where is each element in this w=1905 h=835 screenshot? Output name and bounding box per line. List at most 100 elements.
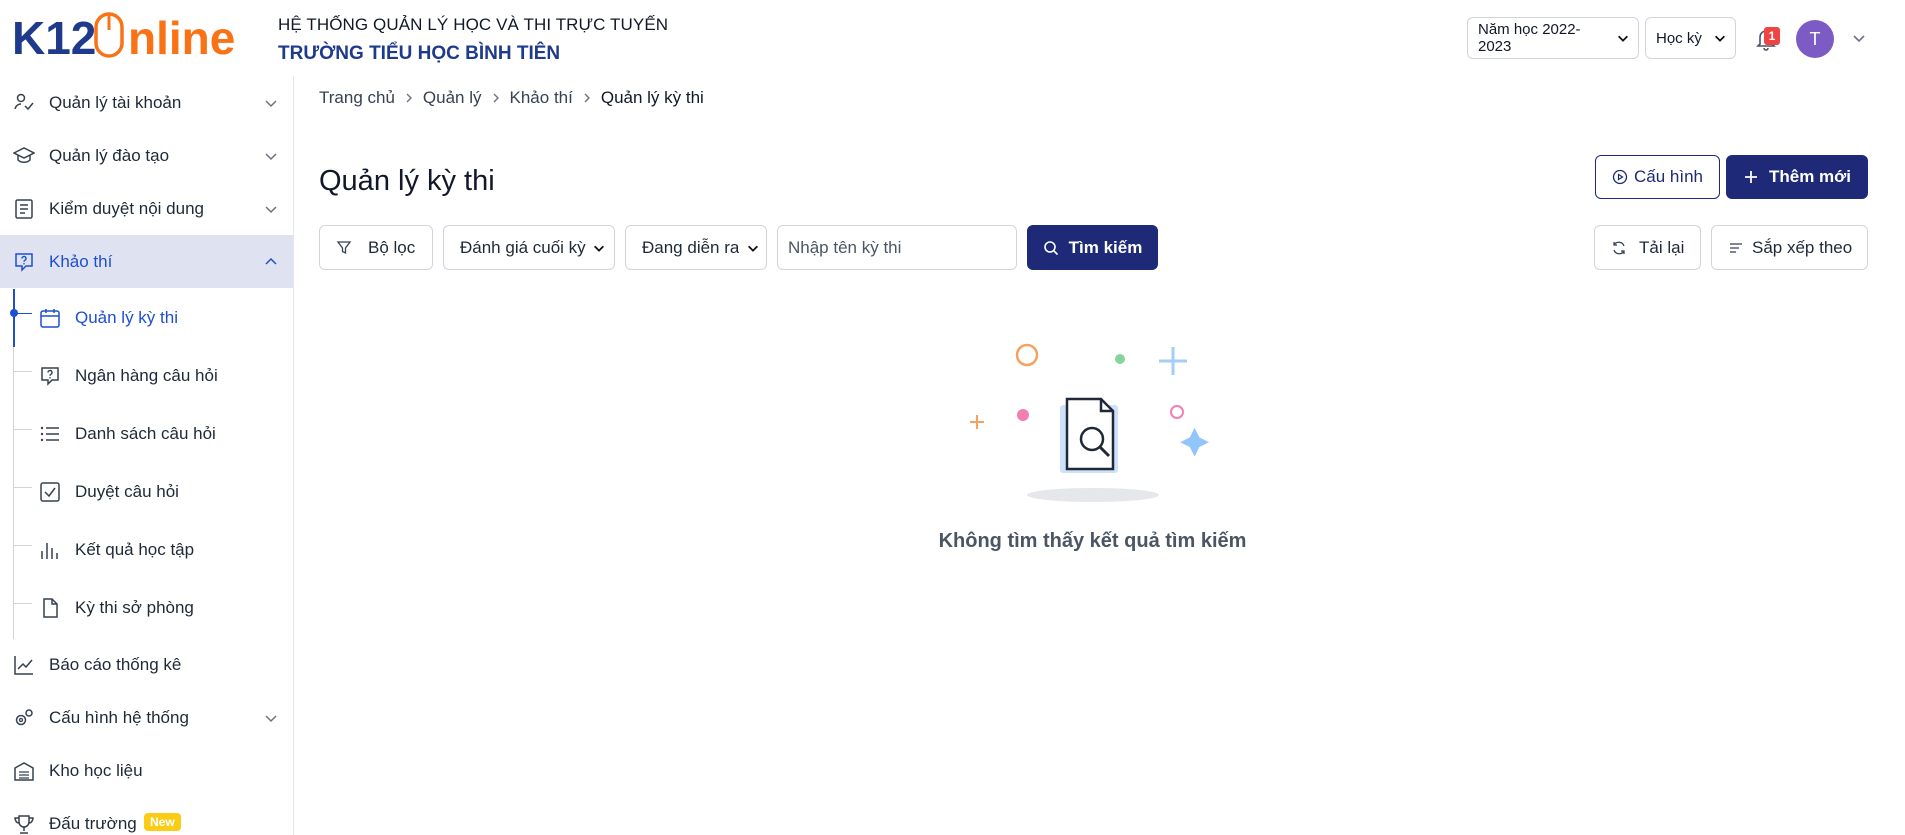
checkbox-icon [40,482,60,502]
breadcrumb-home[interactable]: Trang chủ [319,88,395,108]
breadcrumb-exams[interactable]: Khảo thí [510,88,573,108]
sidebar-item-label: Đấu trường [49,813,137,833]
search-input[interactable] [788,237,1008,258]
document-list-icon [15,198,33,219]
school-year-select[interactable]: Năm học 2022-2023 [1467,17,1639,59]
search-button-label: Tìm kiếm [1068,237,1143,257]
sort-button-label: Sắp xếp theo [1752,237,1853,257]
question-bubble-icon [15,252,33,272]
calendar-icon [40,309,60,328]
chevron-down-icon[interactable] [1851,30,1867,46]
chevron-right-icon [584,93,590,103]
sidebar-subitem-label: Danh sách câu hỏi [75,424,216,443]
breadcrumb-manage[interactable]: Quản lý [423,88,482,108]
chevron-down-icon [265,714,277,722]
sidebar-item-system-config[interactable]: Cấu hình hệ thống [0,691,293,744]
add-new-button[interactable]: Thêm mới [1726,155,1868,199]
chevron-down-icon [594,245,604,252]
question-bubble-icon [41,367,59,386]
sidebar-subitem-question-bank[interactable]: Ngân hàng câu hỏi [0,347,293,405]
filter-button-label: Bộ lọc [368,237,416,257]
reload-button-label: Tải lại [1639,237,1685,257]
top-header: K12 nline HỆ THỐNG QUẢN LÝ HỌC VÀ THI TR… [0,0,1905,76]
breadcrumb: Trang chủ Quản lý Khảo thí Quản lý kỳ th… [319,88,704,108]
filter-icon [336,240,352,254]
reload-button[interactable]: Tải lại [1594,225,1701,270]
exam-status-value: Đang diễn ra [642,237,740,257]
sort-button[interactable]: Sắp xếp theo [1711,225,1868,270]
sidebar-item-label: Cấu hình hệ thống [49,707,189,727]
trophy-icon [14,814,34,834]
chevron-down-icon [265,99,277,107]
sidebar-item-label: Quản lý tài khoản [49,92,182,112]
system-title: HỆ THỐNG QUẢN LÝ HỌC VÀ THI TRỰC TUYẾN [278,15,669,34]
chevron-right-icon [493,93,499,103]
chevron-down-icon [265,205,277,213]
sidebar-subitem-label: Duyệt câu hỏi [75,482,179,501]
chevron-right-icon [406,93,412,103]
play-circle-icon [1612,169,1628,185]
sidebar-subitem-label: Ngân hàng câu hỏi [75,366,218,385]
sidebar-item-label: Báo cáo thống kê [49,654,182,674]
add-new-button-label: Thêm mới [1769,167,1851,186]
sidebar-subitem-question-list[interactable]: Danh sách câu hỏi [0,405,293,463]
sidebar-item-label: Kiểm duyệt nội dung [49,198,204,218]
exam-type-select[interactable]: Đánh giá cuối kỳ [443,225,615,270]
k12online-logo[interactable]: K12 nline [12,12,267,60]
chevron-up-icon [265,257,277,265]
list-icon [40,426,59,442]
config-button[interactable]: Cấu hình [1595,155,1720,199]
school-name: TRƯỜNG TIỂU HỌC BÌNH TIÊN [278,43,561,64]
sidebar-item-exams[interactable]: Khảo thí [0,235,293,288]
plus-icon [1745,171,1757,183]
sidebar-item-account[interactable]: Quản lý tài khoản [0,76,293,129]
graduation-cap-icon [13,146,35,163]
page-title: Quản lý kỳ thi [319,165,495,197]
empty-search-illustration [970,343,1209,502]
filter-button[interactable]: Bộ lọc [319,225,433,270]
trend-chart-icon [14,655,33,675]
search-icon [1043,240,1058,255]
sidebar-item-training[interactable]: Quản lý đào tạo [0,129,293,182]
user-check-icon [14,93,34,110]
new-badge: New [144,813,181,831]
avatar[interactable]: T [1796,20,1834,58]
empty-state-message: Không tìm thấy kết quả tìm kiếm [938,530,1247,552]
gears-icon [15,708,33,725]
warehouse-icon [14,761,34,781]
refresh-icon [1613,241,1625,254]
file-icon [43,598,58,618]
sidebar-subitem-dept-exams[interactable]: Kỳ thi sở phòng [0,579,293,637]
sidebar-subitem-label: Quản lý kỳ thi [75,308,178,327]
sidebar-item-label: Quản lý đào tạo [49,145,170,165]
bar-chart-icon [41,543,58,559]
sidebar-subitem-label: Kết quả học tập [75,540,195,559]
sidebar-item-label: Khảo thí [49,251,113,271]
chevron-down-icon [748,245,758,252]
exam-type-value: Đánh giá cuối kỳ [460,237,586,257]
term-value: Học kỳ II [1656,29,1707,47]
sidebar-subitem-exam-management[interactable]: Quản lý kỳ thi [0,289,293,347]
sidebar-subitem-label: Kỳ thi sở phòng [75,598,194,617]
sidebar-item-content-review[interactable]: Kiểm duyệt nội dung [0,182,293,235]
sidebar-item-label: Kho học liệu [49,760,143,780]
sidebar-item-reports[interactable]: Báo cáo thống kê [0,638,293,691]
notification-badge: 1 [1764,27,1780,45]
sidebar: Quản lý tài khoản Quản lý đào tạo Kiểm d… [0,76,294,835]
sidebar-subitem-approve-questions[interactable]: Duyệt câu hỏi [0,463,293,521]
sort-lines-icon [1730,242,1742,253]
logo-text-k12: K12 [12,12,96,60]
search-field-wrapper [777,225,1017,270]
chevron-down-icon [265,152,277,160]
logo-text-online: nline [128,12,235,60]
sidebar-subitem-results[interactable]: Kết quả học tập [0,521,293,579]
config-button-label: Cấu hình [1634,167,1703,186]
exam-status-select[interactable]: Đang diễn ra [625,225,767,270]
search-button[interactable]: Tìm kiếm [1027,225,1158,270]
sidebar-item-learning-resources[interactable]: Kho học liệu [0,744,293,797]
school-year-value: Năm học 2022-2023 [1478,21,1581,55]
chevron-down-icon [1715,35,1725,42]
term-select[interactable]: Học kỳ II [1645,17,1736,59]
chevron-down-icon [1618,35,1628,42]
breadcrumb-current: Quản lý kỳ thi [600,88,704,107]
